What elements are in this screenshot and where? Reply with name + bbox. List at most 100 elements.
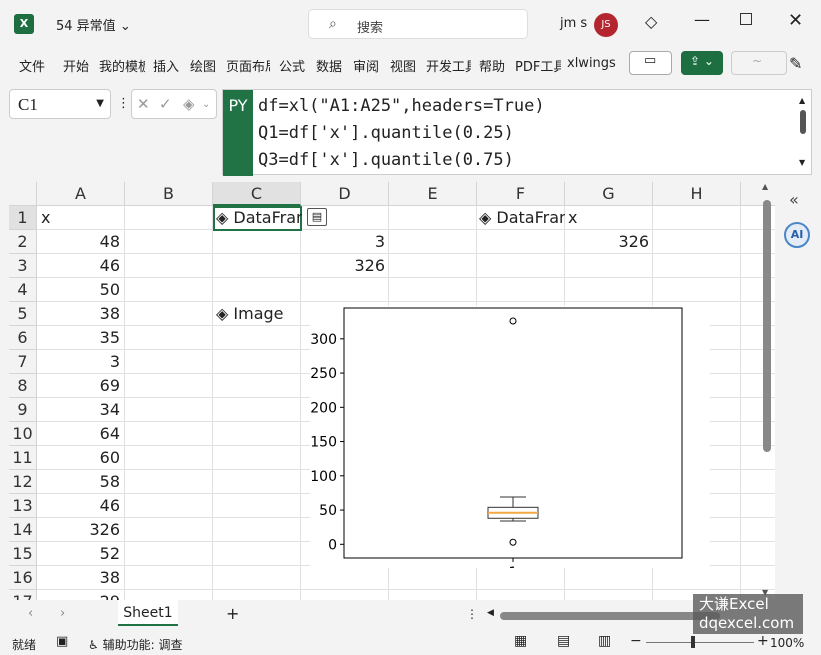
grid-cell[interactable] (213, 590, 301, 600)
cell-c5-image[interactable]: ◈ Image (216, 302, 284, 326)
grid-cell[interactable] (477, 254, 565, 278)
page-layout-view-icon[interactable]: ▤ (557, 633, 570, 649)
grid-cell[interactable] (213, 542, 301, 566)
python-output-icon[interactable]: ◈ (183, 95, 195, 113)
row-header-3[interactable]: 3 (9, 254, 37, 278)
document-title[interactable]: 54 异常值 ⌄ (56, 15, 131, 34)
row-header-7[interactable]: 7 (9, 350, 37, 374)
grid-cell[interactable] (389, 206, 477, 230)
cell-a11[interactable]: 60 (37, 446, 125, 470)
normal-view-icon[interactable]: ▦ (514, 633, 527, 649)
cell-a5[interactable]: 38 (37, 302, 125, 326)
grid-cell[interactable] (125, 542, 213, 566)
grid-cell[interactable] (653, 254, 741, 278)
grid-cell[interactable] (213, 566, 301, 590)
macro-icon[interactable]: ▣ (56, 634, 68, 649)
scroll-up-icon[interactable]: ▲ (762, 182, 768, 191)
grid-cell[interactable] (565, 590, 653, 600)
grid-cell[interactable] (213, 398, 301, 422)
maximize-icon[interactable] (740, 13, 752, 25)
grid-cell[interactable] (653, 278, 741, 302)
cell-a13[interactable]: 46 (37, 494, 125, 518)
grid-cell[interactable] (389, 278, 477, 302)
tab-insert[interactable]: 插入 (153, 56, 179, 75)
cell-d3[interactable]: 326 (301, 254, 385, 278)
minimize-icon[interactable]: — (694, 10, 710, 29)
tab-review[interactable]: 审阅 (353, 56, 379, 75)
row-header-16[interactable]: 16 (9, 566, 37, 590)
grid-cell[interactable] (213, 518, 301, 542)
grid-cell[interactable] (125, 470, 213, 494)
grid-cell[interactable] (477, 230, 565, 254)
grid-cell[interactable] (213, 278, 301, 302)
add-sheet-icon[interactable]: + (226, 604, 239, 623)
grid-cell[interactable] (477, 566, 565, 590)
cell-a10[interactable]: 64 (37, 422, 125, 446)
grid-cell[interactable] (653, 566, 741, 590)
grid-cell[interactable] (125, 302, 213, 326)
search-box[interactable]: ⌕ 搜索 (308, 9, 528, 39)
row-header-4[interactable]: 4 (9, 278, 37, 302)
cell-a9[interactable]: 34 (37, 398, 125, 422)
more-icon[interactable]: ⋮ (466, 607, 478, 621)
cell-a16[interactable]: 38 (37, 566, 125, 590)
row-header-12[interactable]: 12 (9, 470, 37, 494)
scroll-thumb[interactable] (763, 200, 771, 452)
cell-c1-dataframe[interactable]: ◈ DataFrame (216, 206, 302, 230)
copilot-icon[interactable]: ✎ (789, 54, 802, 73)
grid-cell[interactable] (125, 374, 213, 398)
tab-xlwings[interactable]: xlwings (567, 56, 616, 71)
tab-pdf-tools[interactable]: PDF工具 (515, 56, 561, 75)
close-icon[interactable]: ✕ (788, 10, 803, 31)
grid-cell[interactable] (125, 326, 213, 350)
hscroll-left-icon[interactable]: ◀ (487, 608, 494, 618)
cell-a6[interactable]: 35 (37, 326, 125, 350)
tab-draw[interactable]: 绘图 (190, 56, 216, 75)
cell-a4[interactable]: 50 (37, 278, 125, 302)
row-header-13[interactable]: 13 (9, 494, 37, 518)
share-button[interactable]: ⇪ ⌄ (681, 51, 723, 75)
cell-a1[interactable]: x (37, 206, 125, 230)
grid-cell[interactable] (125, 350, 213, 374)
tab-data[interactable]: 数据 (316, 56, 342, 75)
zoom-slider[interactable] (646, 642, 754, 643)
grid-cell[interactable] (125, 254, 213, 278)
more-icon[interactable]: ⋮ (117, 96, 130, 111)
grid-cell[interactable] (389, 230, 477, 254)
tab-developer[interactable]: 开发工具 (426, 56, 471, 75)
grid-cell[interactable] (653, 230, 741, 254)
row-header-10[interactable]: 10 (9, 422, 37, 446)
grid-cell[interactable] (213, 494, 301, 518)
avatar[interactable]: JS (594, 13, 618, 37)
chevron-down-icon[interactable]: ⌄ (202, 99, 210, 110)
grid-cell[interactable] (213, 374, 301, 398)
grid-cell[interactable] (213, 230, 301, 254)
grid-cell[interactable] (213, 446, 301, 470)
grid-cell[interactable] (213, 350, 301, 374)
grid-cell[interactable] (301, 278, 389, 302)
grid-cell[interactable] (125, 590, 213, 600)
formula-scrollbar[interactable]: ▲ ▼ (799, 96, 807, 170)
scroll-up-icon[interactable]: ▲ (799, 96, 805, 105)
grid-cell[interactable] (389, 590, 477, 600)
cell-a3[interactable]: 46 (37, 254, 125, 278)
grid-cell[interactable] (125, 206, 213, 230)
tab-page-layout[interactable]: 页面布局 (226, 56, 270, 75)
ai-assistant-icon[interactable]: AI (784, 222, 810, 248)
python-code[interactable]: df=xl("A1:A25",headers=True) Q1=df['x'].q… (258, 93, 545, 174)
grid-cell[interactable] (125, 230, 213, 254)
grid-cell[interactable] (565, 206, 653, 230)
grid-cell[interactable] (477, 278, 565, 302)
grid-cell[interactable] (389, 566, 477, 590)
zoom-slider-thumb[interactable] (691, 636, 695, 648)
grid-cell[interactable] (301, 566, 389, 590)
row-header-2[interactable]: 2 (9, 230, 37, 254)
column-header-h[interactable]: H (653, 182, 741, 206)
user-name[interactable]: jm s (560, 16, 587, 31)
enter-icon[interactable]: ✓ (159, 95, 172, 113)
grid-cell[interactable] (213, 326, 301, 350)
collapse-icon[interactable]: « (789, 190, 799, 209)
row-header-15[interactable]: 15 (9, 542, 37, 566)
cell-a7[interactable]: 3 (37, 350, 125, 374)
scroll-down-icon[interactable]: ▼ (799, 158, 805, 167)
